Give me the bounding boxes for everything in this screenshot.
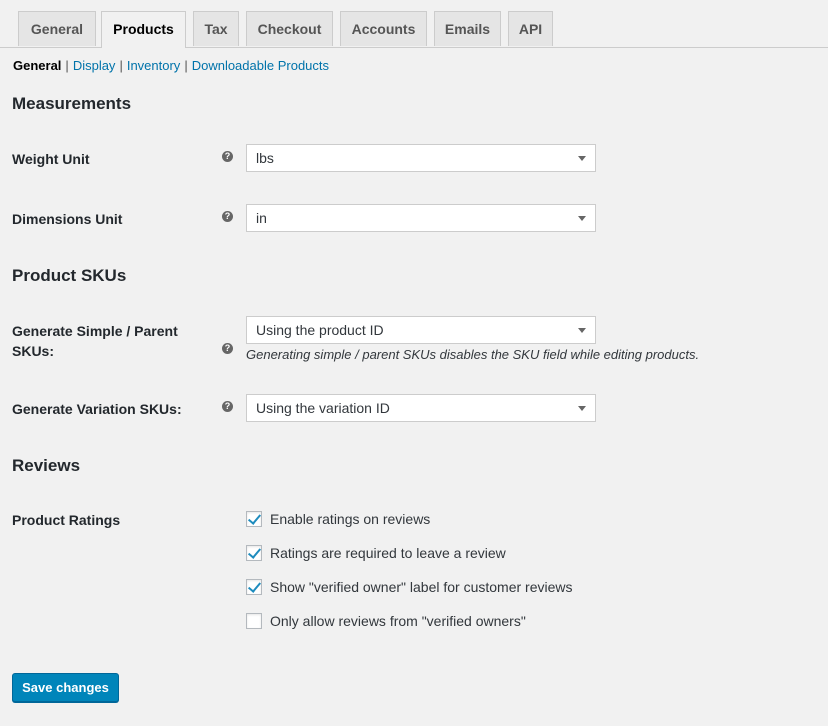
subnav-separator: |: [184, 58, 188, 73]
enable-ratings-label: Enable ratings on reviews: [270, 511, 431, 527]
verified-owner-label-checkbox[interactable]: [246, 579, 262, 595]
simple-skus-value: Using the product ID: [256, 322, 384, 338]
tab-general[interactable]: General: [18, 11, 96, 46]
checkmark-icon: [247, 579, 262, 593]
save-changes-button[interactable]: Save changes: [12, 673, 119, 702]
subnav-downloadable-products-link[interactable]: Downloadable Products: [192, 58, 329, 73]
checkmark-icon: [247, 511, 262, 525]
variation-skus-label: Generate Variation SKUs:: [12, 401, 182, 417]
dimensions-unit-label: Dimensions Unit: [12, 211, 123, 227]
chevron-down-icon: [578, 216, 586, 221]
weight-unit-value: lbs: [256, 150, 274, 166]
weight-unit-label: Weight Unit: [12, 151, 90, 167]
product-ratings-label: Product Ratings: [12, 512, 121, 528]
chevron-down-icon: [578, 406, 586, 411]
variation-skus-select[interactable]: Using the variation ID: [246, 394, 596, 422]
simple-skus-label: Generate Simple / Parent: [12, 323, 178, 339]
tab-emails[interactable]: Emails: [434, 11, 501, 46]
reviews-heading: Reviews: [12, 456, 81, 475]
checkmark-icon: [247, 545, 262, 559]
verified-owners-only-label: Only allow reviews from "verified owners…: [270, 613, 526, 629]
verified-owner-label-text: Show "verified owner" label for customer…: [270, 579, 573, 595]
chevron-down-icon: [578, 328, 586, 333]
weight-unit-select[interactable]: lbs: [246, 144, 596, 172]
tab-products[interactable]: Products: [101, 11, 186, 48]
verified-owners-only-checkbox[interactable]: [246, 613, 262, 629]
tab-accounts[interactable]: Accounts: [340, 11, 427, 46]
dimensions-unit-value: in: [256, 210, 267, 226]
subnav-separator: |: [119, 58, 123, 73]
help-icon[interactable]: ?: [222, 401, 233, 412]
simple-skus-select[interactable]: Using the product ID: [246, 316, 596, 344]
ratings-required-label: Ratings are required to leave a review: [270, 545, 506, 561]
help-icon[interactable]: ?: [222, 211, 233, 222]
chevron-down-icon: [578, 156, 586, 161]
help-icon[interactable]: ?: [222, 343, 233, 354]
help-icon[interactable]: ?: [222, 151, 233, 162]
enable-ratings-checkbox[interactable]: [246, 511, 262, 527]
subnav-inventory-link[interactable]: Inventory: [127, 58, 180, 73]
tab-api[interactable]: API: [508, 11, 553, 46]
section-subnav: General | Display | Inventory | Downloadable P…: [13, 57, 329, 75]
measurements-heading: Measurements: [12, 94, 132, 113]
variation-skus-value: Using the variation ID: [256, 400, 390, 416]
subnav-separator: |: [65, 58, 69, 73]
dimensions-unit-select[interactable]: in: [246, 204, 596, 232]
subnav-general: General: [13, 58, 62, 73]
simple-skus-label-line2: SKUs:: [12, 343, 55, 359]
ratings-required-checkbox[interactable]: [246, 545, 262, 561]
tab-tax[interactable]: Tax: [193, 11, 239, 46]
product-skus-heading: Product SKUs: [12, 266, 127, 285]
tab-checkout[interactable]: Checkout: [246, 11, 333, 46]
settings-tabs: General Products Tax Checkout Accounts E…: [0, 0, 828, 48]
simple-skus-description: Generating simple / parent SKUs disables…: [246, 347, 700, 362]
subnav-display-link[interactable]: Display: [73, 58, 116, 73]
